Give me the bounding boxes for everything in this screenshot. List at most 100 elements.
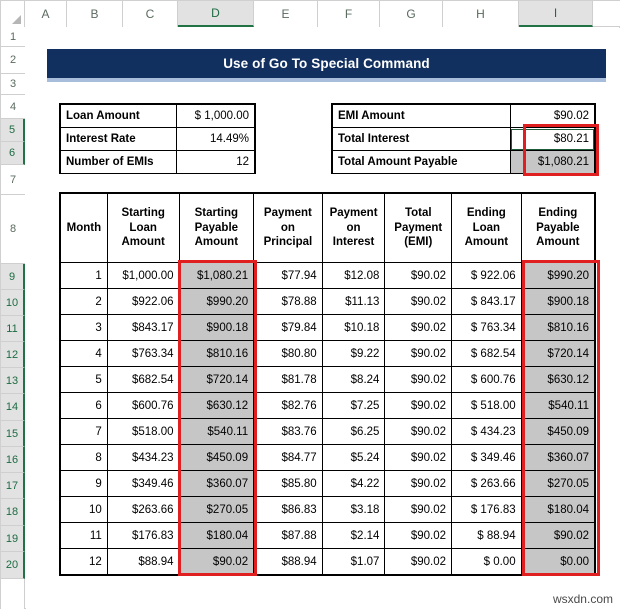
amortization-cell[interactable]: $ 682.54 [451, 340, 522, 367]
amortization-cell[interactable]: $ 88.94 [451, 522, 522, 549]
amortization-header-cell[interactable]: Total Payment (EMI) [384, 193, 453, 263]
summary-info-value[interactable]: $80.21 [509, 127, 596, 151]
amortization-cell[interactable]: $88.94 [106, 548, 180, 575]
amortization-cell[interactable]: $518.00 [106, 418, 180, 445]
amortization-header-cell[interactable]: Ending Loan Amount [451, 193, 522, 263]
amortization-cell[interactable]: $1,080.21 [178, 262, 255, 289]
amortization-cell[interactable]: $900.18 [520, 288, 596, 315]
amortization-cell[interactable]: 9 [60, 470, 108, 497]
amortization-header-cell[interactable]: Ending Payable Amount [520, 193, 596, 263]
amortization-cell[interactable]: $5.24 [321, 444, 386, 471]
amortization-cell[interactable]: $682.54 [106, 366, 180, 393]
amortization-cell[interactable]: $ 434.23 [451, 418, 522, 445]
amortization-cell[interactable]: $540.11 [520, 392, 596, 419]
amortization-cell[interactable]: $82.76 [253, 392, 323, 419]
amortization-cell[interactable]: $810.16 [178, 340, 255, 367]
loan-info-value[interactable]: 12 [176, 150, 255, 174]
amortization-cell[interactable]: $ 0.00 [451, 548, 522, 575]
amortization-cell[interactable]: $900.18 [178, 314, 255, 341]
loan-info-label[interactable]: Interest Rate [59, 127, 178, 151]
amortization-cell[interactable]: $4.22 [321, 470, 386, 497]
amortization-cell[interactable]: $843.17 [106, 314, 180, 341]
row-header-17[interactable]: 17 [1, 473, 25, 499]
amortization-cell[interactable]: $450.09 [178, 444, 255, 471]
row-header-11[interactable]: 11 [1, 316, 25, 342]
summary-info-label[interactable]: Total Interest [332, 127, 511, 151]
column-header-f[interactable]: F [318, 1, 380, 27]
amortization-cell[interactable]: $630.12 [178, 392, 255, 419]
amortization-cell[interactable]: $8.24 [321, 366, 386, 393]
amortization-cell[interactable]: $12.08 [321, 262, 386, 289]
amortization-cell[interactable]: $90.02 [384, 340, 453, 367]
loan-info-value[interactable]: $ 1,000.00 [176, 104, 255, 128]
amortization-cell[interactable]: $90.02 [384, 444, 453, 471]
amortization-cell[interactable]: $270.05 [178, 496, 255, 523]
amortization-cell[interactable]: $180.04 [520, 496, 596, 523]
row-header-15[interactable]: 15 [1, 421, 25, 447]
amortization-cell[interactable]: $ 843.17 [451, 288, 522, 315]
amortization-cell[interactable]: $263.66 [106, 496, 180, 523]
amortization-cell[interactable]: $ 763.34 [451, 314, 522, 341]
amortization-cell[interactable]: $ 922.06 [451, 262, 522, 289]
select-all-corner[interactable] [1, 1, 25, 27]
row-header-16[interactable]: 16 [1, 447, 25, 473]
amortization-cell[interactable]: $ 176.83 [451, 496, 522, 523]
amortization-cell[interactable]: $720.14 [520, 340, 596, 367]
amortization-header-cell[interactable]: Starting Loan Amount [106, 193, 180, 263]
amortization-cell[interactable]: $90.02 [384, 418, 453, 445]
amortization-cell[interactable]: $360.07 [520, 444, 596, 471]
amortization-header-cell[interactable]: Payment on Interest [321, 193, 386, 263]
row-header-1[interactable]: 1 [1, 27, 25, 47]
amortization-cell[interactable]: $78.88 [253, 288, 323, 315]
amortization-cell[interactable]: $349.46 [106, 470, 180, 497]
summary-info-label[interactable]: EMI Amount [332, 104, 511, 128]
amortization-cell[interactable]: 2 [60, 288, 108, 315]
row-header-20[interactable]: 20 [1, 552, 25, 579]
amortization-cell[interactable]: $630.12 [520, 366, 596, 393]
amortization-cell[interactable]: $ 518.00 [451, 392, 522, 419]
amortization-cell[interactable]: 6 [60, 392, 108, 419]
amortization-cell[interactable]: $84.77 [253, 444, 323, 471]
amortization-cell[interactable]: $360.07 [178, 470, 255, 497]
column-header-i[interactable]: I [519, 1, 593, 27]
amortization-cell[interactable]: $90.02 [384, 548, 453, 575]
row-header-2[interactable]: 2 [1, 47, 25, 74]
amortization-header-cell[interactable]: Month [60, 193, 108, 263]
amortization-cell[interactable]: $90.02 [520, 522, 596, 549]
summary-info-label[interactable]: Total Amount Payable [332, 150, 511, 174]
amortization-cell[interactable]: 8 [60, 444, 108, 471]
amortization-cell[interactable]: $90.02 [384, 288, 453, 315]
amortization-cell[interactable]: $1,000.00 [106, 262, 180, 289]
amortization-cell[interactable]: $90.02 [384, 314, 453, 341]
amortization-cell[interactable]: $77.94 [253, 262, 323, 289]
loan-info-value[interactable]: 14.49% [176, 127, 255, 151]
amortization-cell[interactable]: $90.02 [384, 496, 453, 523]
row-header-5[interactable]: 5 [1, 119, 25, 142]
amortization-cell[interactable]: $6.25 [321, 418, 386, 445]
amortization-cell[interactable]: $0.00 [520, 548, 596, 575]
row-header-18[interactable]: 18 [1, 499, 25, 526]
amortization-cell[interactable]: $600.76 [106, 392, 180, 419]
column-header-d[interactable]: D [178, 1, 254, 27]
amortization-cell[interactable]: $763.34 [106, 340, 180, 367]
amortization-cell[interactable]: 3 [60, 314, 108, 341]
amortization-cell[interactable]: $540.11 [178, 418, 255, 445]
amortization-cell[interactable]: $83.76 [253, 418, 323, 445]
amortization-cell[interactable]: $ 263.66 [451, 470, 522, 497]
row-header-8[interactable]: 8 [1, 195, 25, 264]
amortization-cell[interactable]: $270.05 [520, 470, 596, 497]
column-header-c[interactable]: C [123, 1, 178, 27]
loan-info-label[interactable]: Loan Amount [59, 104, 178, 128]
amortization-cell[interactable]: $2.14 [321, 522, 386, 549]
amortization-cell[interactable]: $90.02 [384, 522, 453, 549]
amortization-cell[interactable]: $434.23 [106, 444, 180, 471]
amortization-cell[interactable]: $176.83 [106, 522, 180, 549]
amortization-cell[interactable]: $3.18 [321, 496, 386, 523]
column-header-h[interactable]: H [443, 1, 519, 27]
column-header-g[interactable]: G [380, 1, 443, 27]
row-header-6[interactable]: 6 [1, 142, 25, 165]
amortization-cell[interactable]: 7 [60, 418, 108, 445]
amortization-header-cell[interactable]: Starting Payable Amount [178, 193, 255, 263]
amortization-cell[interactable]: $90.02 [178, 548, 255, 575]
amortization-cell[interactable]: $90.02 [384, 470, 453, 497]
